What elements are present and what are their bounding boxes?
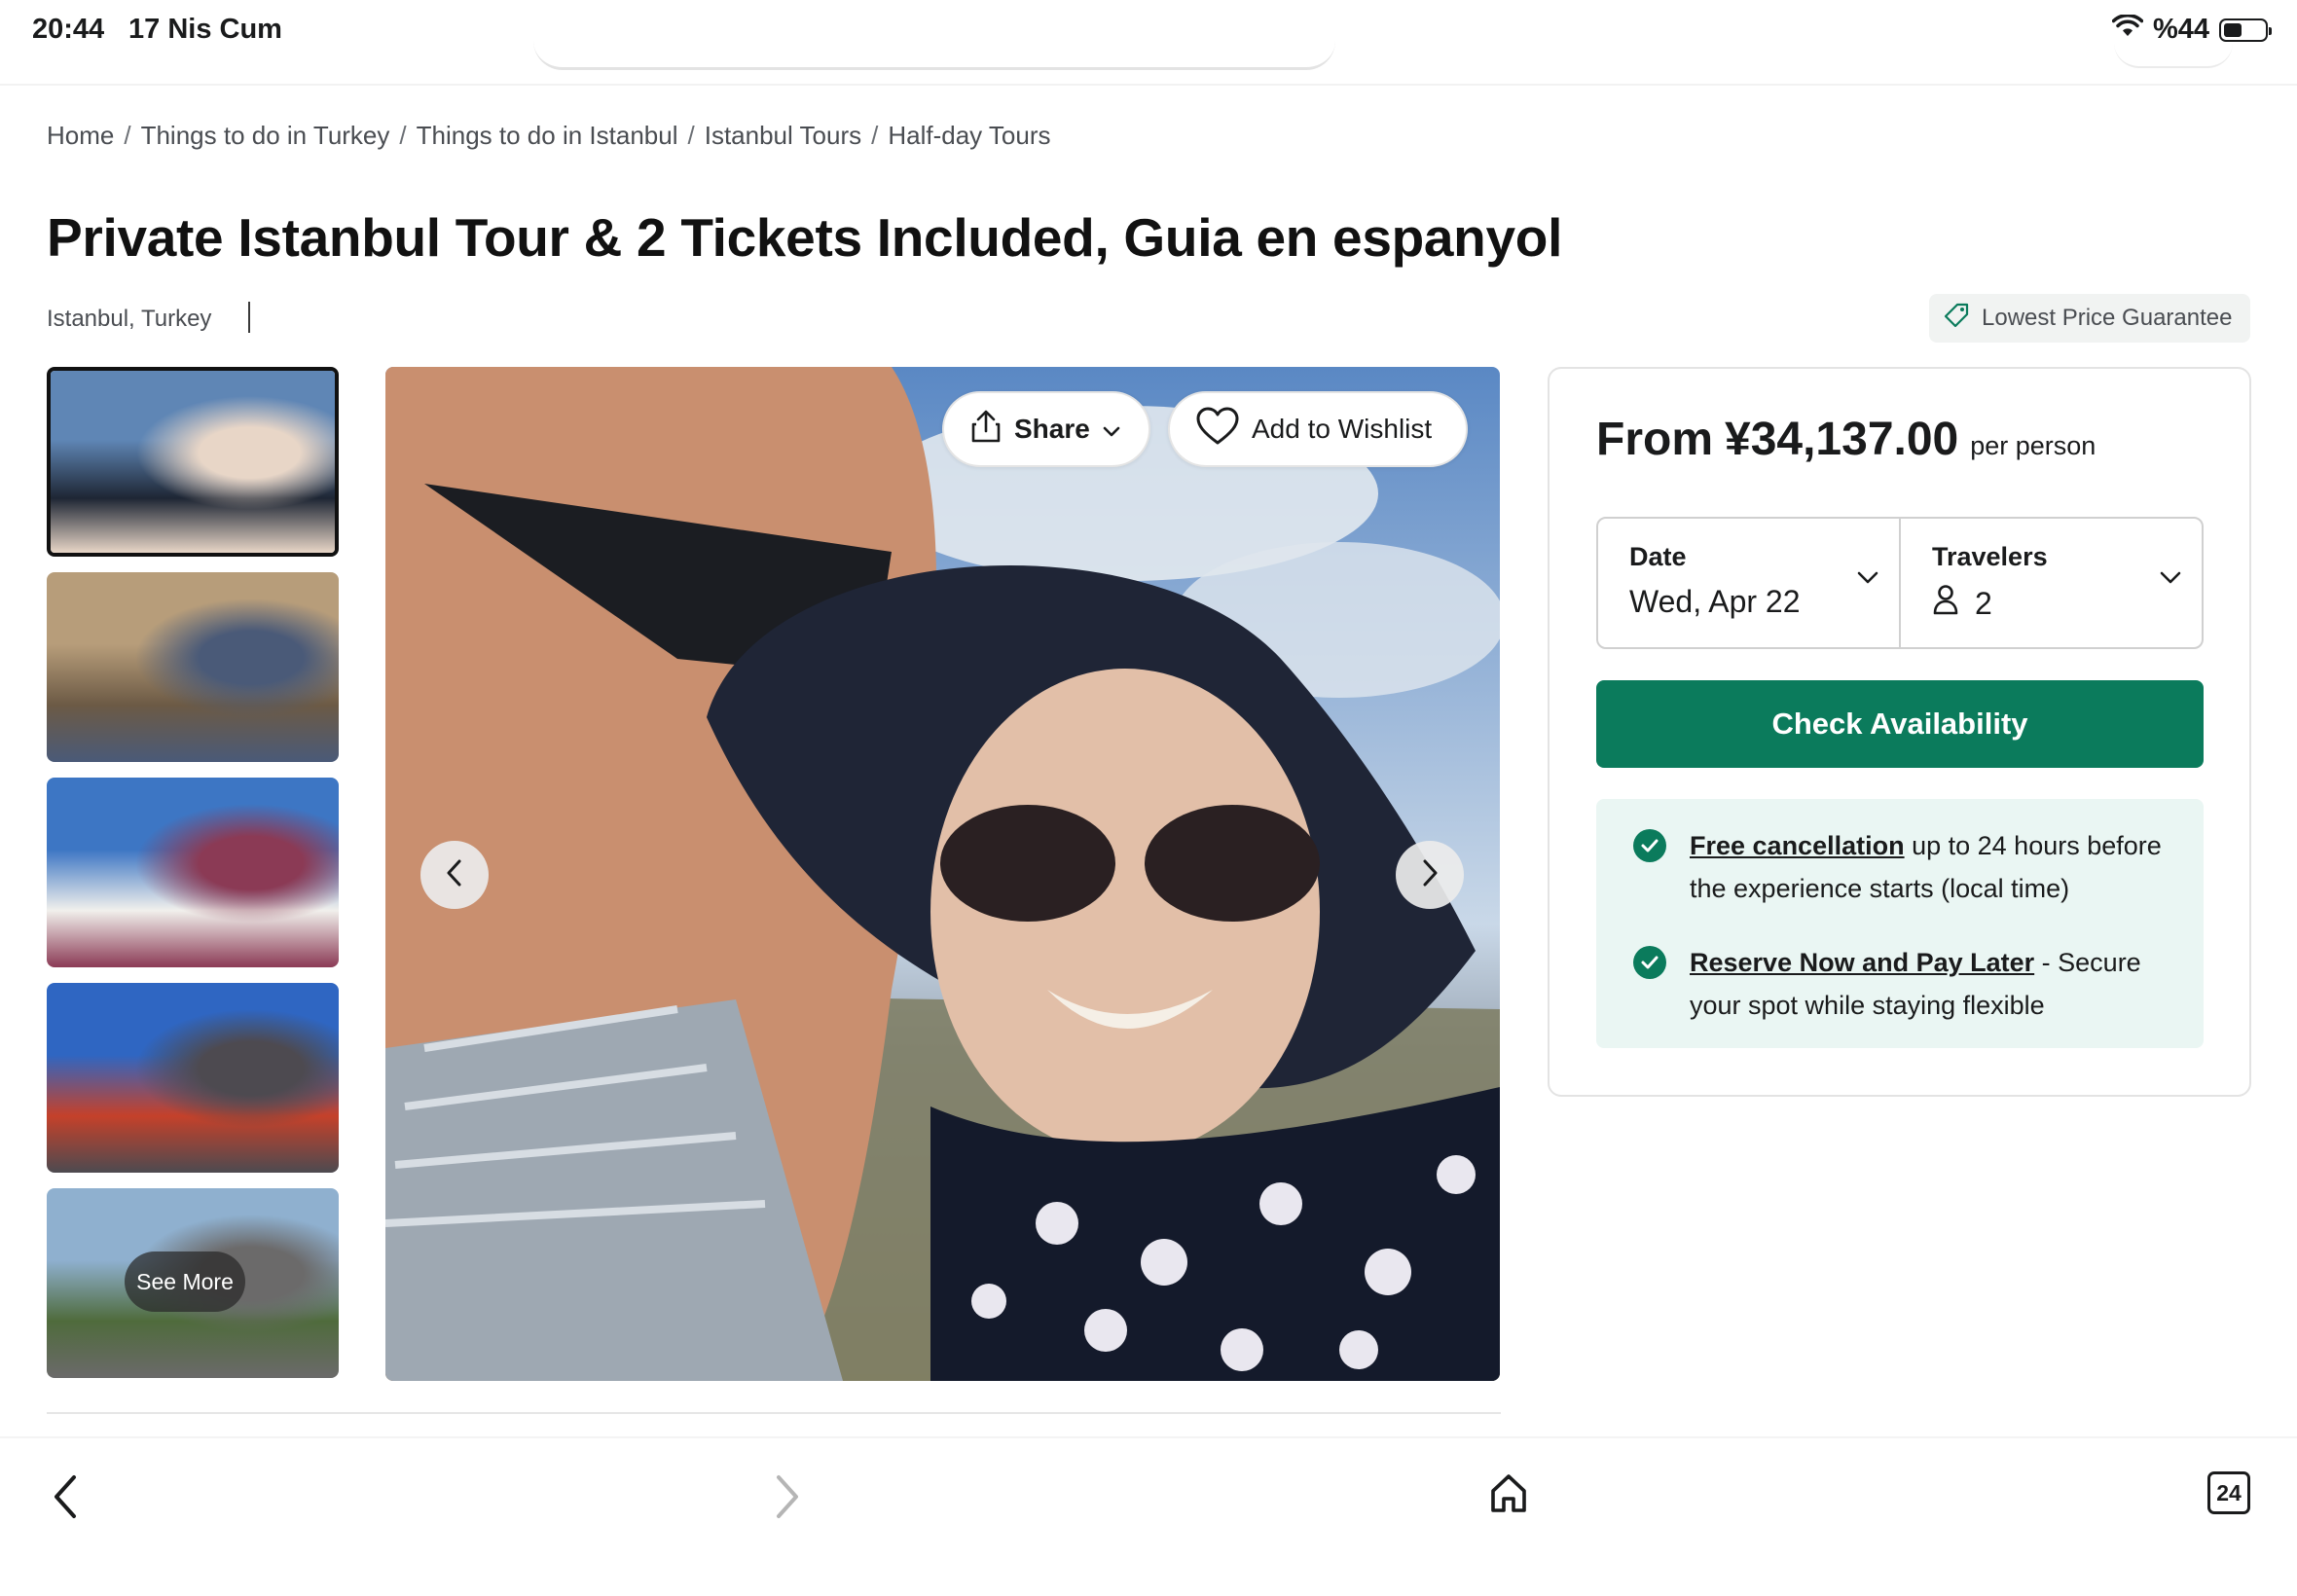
share-label: Share — [1014, 414, 1090, 444]
travelers-value: 2 — [1975, 585, 1992, 621]
add-to-wishlist-button[interactable]: Add to Wishlist — [1168, 391, 1468, 467]
reserve-now-row: Reserve Now and Pay Later - Secure your … — [1633, 941, 2178, 1027]
reserve-now-link[interactable]: Reserve Now and Pay Later — [1690, 948, 2034, 977]
price-from-label: From — [1596, 414, 1713, 465]
section-divider — [47, 1412, 1501, 1414]
status-indicators: %44 — [2111, 14, 2272, 46]
breadcrumb: Home / Things to do in Turkey / Things to do… — [47, 121, 1051, 151]
thumbnail-pamukkale-group[interactable] — [47, 778, 339, 967]
thumbnail-image — [47, 572, 339, 762]
main-photo[interactable] — [385, 367, 1500, 1381]
booking-benefits: Free cancellation up to 24 hours before … — [1596, 799, 2204, 1048]
chevron-down-icon — [1856, 569, 1879, 590]
wifi-icon — [2111, 14, 2144, 46]
price-amount: ¥34,137.00 — [1725, 414, 1959, 465]
free-cancellation-text: Free cancellation up to 24 hours before … — [1690, 824, 2178, 910]
thumbnail-tower-group[interactable] — [47, 983, 339, 1173]
thumbnail-image — [47, 778, 339, 967]
see-more-button[interactable]: See More — [125, 1251, 245, 1312]
share-icon — [969, 409, 1003, 451]
thumbnail-selfie-couple[interactable] — [47, 367, 339, 557]
thumbnail-ancient-library-group[interactable] — [47, 572, 339, 762]
reserve-now-text: Reserve Now and Pay Later - Secure your … — [1690, 941, 2178, 1027]
breadcrumb-item[interactable]: Things to do in Istanbul — [417, 121, 678, 151]
breadcrumb-separator: / — [399, 121, 407, 150]
search-bar-edge[interactable] — [533, 39, 1335, 70]
tabs-count: 24 — [2216, 1479, 2242, 1505]
breadcrumb-item[interactable]: Home — [47, 121, 114, 151]
next-photo-button[interactable] — [1396, 841, 1464, 909]
date-label: Date — [1629, 542, 1687, 571]
chevron-down-icon — [1102, 414, 1121, 445]
check-circle-icon — [1633, 946, 1666, 979]
booking-selectors: Date Wed, Apr 22 Travelers 2 — [1596, 517, 2204, 649]
lowest-price-guarantee-badge[interactable]: Lowest Price Guarantee — [1929, 294, 2250, 343]
wishlist-label: Add to Wishlist — [1252, 414, 1433, 444]
badge-label: Lowest Price Guarantee — [1982, 305, 2233, 331]
tabs-button[interactable]: 24 — [2207, 1471, 2250, 1514]
share-button[interactable]: Share — [942, 391, 1150, 467]
thumbnail-temple-group[interactable]: See More — [47, 1188, 339, 1378]
check-circle-icon — [1633, 829, 1666, 862]
battery-icon — [2219, 18, 2272, 42]
travelers-selector[interactable]: Travelers 2 — [1899, 519, 2202, 647]
breadcrumb-item[interactable]: Half-day Tours — [888, 121, 1050, 151]
breadcrumb-item[interactable]: Istanbul Tours — [705, 121, 861, 151]
date-value: Wed, Apr 22 — [1629, 584, 1801, 619]
previous-photo-button[interactable] — [420, 841, 489, 909]
home-button[interactable] — [1487, 1471, 1530, 1519]
person-icon — [1932, 584, 1959, 623]
chevron-left-icon — [444, 858, 465, 892]
header-divider — [0, 84, 2297, 86]
battery-percent: %44 — [2152, 14, 2209, 45]
header-button-edge[interactable] — [2114, 43, 2233, 68]
battery-level — [2224, 22, 2242, 37]
breadcrumb-separator: / — [871, 121, 879, 150]
price-unit: per person — [1970, 431, 2096, 460]
status-time: 20:44 — [32, 14, 105, 45]
breadcrumb-separator: / — [124, 121, 131, 150]
price-line: From ¥34,137.00 per person — [1596, 413, 2096, 466]
page-title: Private Istanbul Tour & 2 Tickets Includ… — [47, 207, 1563, 268]
forward-button[interactable] — [773, 1473, 802, 1525]
status-date: 17 Nis Cum — [128, 14, 282, 45]
thumbnail-image — [47, 983, 339, 1173]
thumbnail-image — [51, 371, 335, 553]
check-availability-button[interactable]: Check Availability — [1596, 680, 2204, 768]
chevron-down-icon — [2159, 569, 2182, 590]
travelers-label: Travelers — [1932, 542, 2048, 571]
location-divider — [248, 302, 250, 333]
tag-icon — [1943, 302, 1970, 336]
breadcrumb-separator: / — [687, 121, 695, 150]
free-cancellation-link[interactable]: Free cancellation — [1690, 831, 1905, 860]
heart-icon — [1195, 407, 1240, 453]
free-cancellation-row: Free cancellation up to 24 hours before … — [1633, 824, 2178, 910]
breadcrumb-item[interactable]: Things to do in Turkey — [141, 121, 390, 151]
location-text[interactable]: Istanbul, Turkey — [47, 306, 211, 333]
chevron-right-icon — [1419, 858, 1440, 892]
browser-toolbar: 24 — [0, 1436, 2297, 1596]
booking-card: From ¥34,137.00 per person Date Wed, Apr… — [1548, 367, 2251, 1097]
date-selector[interactable]: Date Wed, Apr 22 — [1598, 519, 1899, 647]
back-button[interactable] — [51, 1473, 80, 1525]
